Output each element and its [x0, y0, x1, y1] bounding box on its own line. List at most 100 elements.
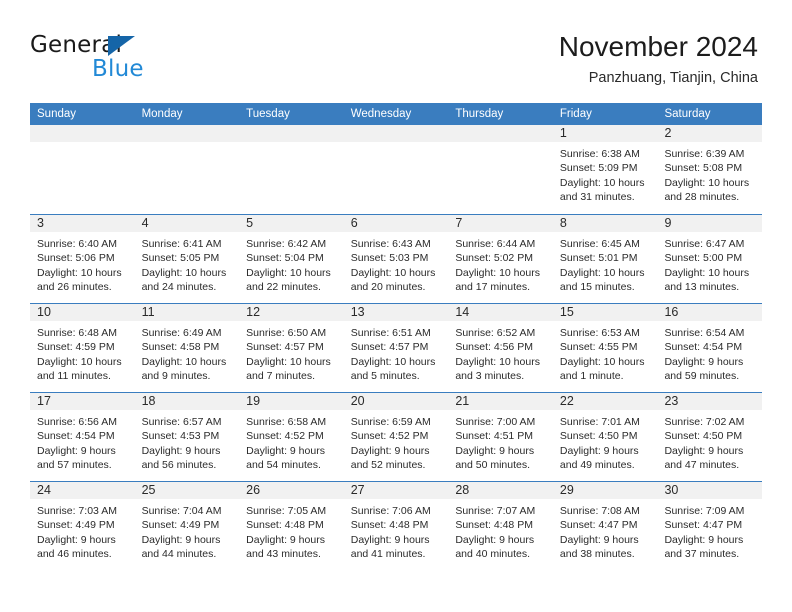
calendar-day-cell[interactable]: 4 Sunrise: 6:41 AM Sunset: 5:05 PM Daylight…	[134, 215, 240, 303]
day-detail-line: Sunrise: 6:42 AM	[246, 238, 327, 250]
day-detail-line: Daylight: 10 hours	[37, 266, 122, 279]
day-detail-line: and 40 minutes.	[455, 547, 531, 560]
calendar-day-cell[interactable]: 14 Sunrise: 6:52 AM Sunset: 4:56 PM Dayligh…	[448, 304, 553, 392]
calendar-day-cell[interactable]: 12 Sunrise: 6:50 AM Sunset: 4:57 PM Dayligh…	[239, 304, 344, 392]
day-number-band: 17	[30, 393, 135, 410]
day-detail-line: Sunrise: 6:53 AM	[559, 327, 640, 339]
logo-triangle-icon	[108, 36, 135, 56]
weekday-header-tuesday: Tuesday	[246, 108, 290, 120]
day-number-band: 7	[448, 215, 553, 232]
day-number-band: 12	[239, 304, 344, 321]
weekday-header-monday: Monday	[141, 108, 183, 120]
day-detail-line: Daylight: 9 hours	[455, 444, 535, 457]
day-number: 16	[664, 305, 679, 319]
calendar-day-cell[interactable]: 5 Sunrise: 6:42 AM Sunset: 5:04 PM Daylight…	[239, 215, 344, 303]
day-detail-line: Sunset: 4:56 PM	[455, 341, 533, 354]
calendar-day-cell[interactable]: 6 Sunrise: 6:43 AM Sunset: 5:03 PM Daylight…	[343, 215, 449, 303]
day-number-band: 6	[343, 215, 449, 232]
day-details: Sunrise: 6:43 AM Sunset: 5:03 PM Daylight:…	[344, 232, 449, 294]
calendar-day-cell-empty	[134, 125, 240, 214]
calendar-day-cell[interactable]: 27 Sunrise: 7:06 AM Sunset: 4:48 PM Dayligh…	[343, 482, 449, 567]
day-number: 21	[455, 394, 470, 408]
calendar-day-cell[interactable]: 10 Sunrise: 6:48 AM Sunset: 4:59 PM Dayligh…	[30, 304, 135, 392]
calendar-day-cell[interactable]: 28 Sunrise: 7:07 AM Sunset: 4:48 PM Dayligh…	[448, 482, 553, 567]
calendar-day-cell[interactable]: 9 Sunrise: 6:47 AM Sunset: 5:00 PM Daylight…	[657, 215, 763, 303]
day-detail-line: Sunrise: 7:04 AM	[141, 505, 222, 517]
title-block: November 2024 Panzhuang, Tianjin, China	[559, 30, 758, 87]
calendar-day-cell[interactable]: 7 Sunrise: 6:44 AM Sunset: 5:02 PM Daylight…	[448, 215, 553, 303]
day-detail-line: Sunset: 5:04 PM	[246, 252, 324, 265]
day-detail-line: and 56 minutes.	[141, 458, 217, 471]
day-detail-line: Sunrise: 7:02 AM	[664, 416, 745, 428]
calendar-day-cell[interactable]: 19 Sunrise: 6:58 AM Sunset: 4:52 PM Dayligh…	[239, 393, 344, 481]
day-number: 6	[350, 216, 358, 230]
day-detail-line: Daylight: 9 hours	[559, 533, 639, 546]
day-detail-line: Sunrise: 6:52 AM	[455, 327, 536, 339]
calendar-day-cell[interactable]: 30 Sunrise: 7:09 AM Sunset: 4:47 PM Dayligh…	[657, 482, 763, 567]
day-detail-line: Daylight: 9 hours	[141, 533, 221, 546]
day-details: Sunrise: 7:02 AM Sunset: 4:50 PM Daylight:…	[657, 410, 762, 472]
day-detail-line: Sunrise: 7:00 AM	[455, 416, 536, 428]
calendar-day-cell[interactable]: 22 Sunrise: 7:01 AM Sunset: 4:50 PM Dayligh…	[552, 393, 658, 481]
day-number: 10	[37, 305, 51, 319]
calendar-day-cell[interactable]: 20 Sunrise: 6:59 AM Sunset: 4:52 PM Dayligh…	[343, 393, 449, 481]
calendar-day-cell[interactable]: 16 Sunrise: 6:54 AM Sunset: 4:54 PM Dayligh…	[657, 304, 763, 392]
calendar-day-cell[interactable]: 23 Sunrise: 7:02 AM Sunset: 4:50 PM Dayligh…	[657, 393, 763, 481]
calendar-day-cell[interactable]: 21 Sunrise: 7:00 AM Sunset: 4:51 PM Dayligh…	[448, 393, 553, 481]
day-detail-line: Sunrise: 6:38 AM	[559, 148, 640, 160]
day-detail-line: Daylight: 10 hours	[141, 266, 227, 279]
day-detail-line: Sunset: 5:01 PM	[559, 252, 638, 265]
day-detail-line: Sunset: 4:52 PM	[350, 430, 429, 443]
calendar-day-cell-empty	[239, 125, 344, 214]
day-detail-line: Daylight: 10 hours	[350, 266, 436, 279]
calendar-day-cell[interactable]: 13 Sunrise: 6:51 AM Sunset: 4:57 PM Dayligh…	[343, 304, 449, 392]
day-detail-line: and 11 minutes.	[37, 369, 111, 382]
day-detail-line: Sunrise: 6:47 AM	[664, 238, 745, 250]
day-number-band: 29	[552, 482, 658, 499]
day-detail-line: Sunset: 4:59 PM	[37, 341, 115, 354]
day-detail-line: Daylight: 10 hours	[559, 266, 645, 279]
calendar-day-cell[interactable]: 8 Sunrise: 6:45 AM Sunset: 5:01 PM Daylight…	[552, 215, 658, 303]
day-number: 27	[350, 483, 365, 497]
day-detail-line: Sunrise: 7:06 AM	[350, 505, 431, 517]
day-details: Sunrise: 6:42 AM Sunset: 5:04 PM Daylight:…	[239, 232, 344, 294]
calendar-week-row: 1 Sunrise: 6:38 AM Sunset: 5:09 PM Daylight…	[30, 125, 763, 214]
day-number: 25	[141, 483, 156, 497]
day-detail-line: Daylight: 9 hours	[455, 533, 535, 546]
calendar-day-cell[interactable]: 26 Sunrise: 7:05 AM Sunset: 4:48 PM Dayligh…	[239, 482, 344, 567]
page-title: November 2024	[558, 31, 758, 62]
calendar-day-cell[interactable]: 1 Sunrise: 6:38 AM Sunset: 5:09 PM Daylight…	[552, 125, 658, 214]
day-details: Sunrise: 6:41 AM Sunset: 5:05 PM Daylight:…	[135, 232, 240, 294]
day-number: 23	[664, 394, 679, 408]
day-number-band: 5	[239, 215, 344, 232]
calendar-day-cell[interactable]: 2 Sunrise: 6:39 AM Sunset: 5:08 PM Daylight…	[657, 125, 763, 214]
day-details	[30, 142, 135, 147]
calendar-day-cell[interactable]: 15 Sunrise: 6:53 AM Sunset: 4:55 PM Dayligh…	[552, 304, 658, 392]
day-number-band: 18	[134, 393, 240, 410]
calendar-day-cell-empty	[30, 125, 135, 214]
day-detail-line: and 13 minutes.	[664, 280, 740, 293]
day-detail-line: Sunset: 4:58 PM	[141, 341, 220, 354]
calendar-day-cell[interactable]: 25 Sunrise: 7:04 AM Sunset: 4:49 PM Dayligh…	[134, 482, 240, 567]
calendar-day-cell[interactable]: 24 Sunrise: 7:03 AM Sunset: 4:49 PM Dayligh…	[30, 482, 135, 567]
calendar-day-cell[interactable]: 18 Sunrise: 6:57 AM Sunset: 4:53 PM Dayligh…	[134, 393, 240, 481]
calendar-day-cell[interactable]: 29 Sunrise: 7:08 AM Sunset: 4:47 PM Dayligh…	[552, 482, 658, 567]
calendar-day-cell[interactable]: 3 Sunrise: 6:40 AM Sunset: 5:06 PM Daylight…	[30, 215, 135, 303]
calendar-day-cell[interactable]: 11 Sunrise: 6:49 AM Sunset: 4:58 PM Dayligh…	[134, 304, 240, 392]
day-detail-line: Sunrise: 6:41 AM	[141, 238, 222, 250]
day-number-band	[30, 125, 135, 142]
day-detail-line: Daylight: 10 hours	[141, 355, 227, 368]
calendar-day-cell[interactable]: 17 Sunrise: 6:56 AM Sunset: 4:54 PM Dayligh…	[30, 393, 135, 481]
day-detail-line: Sunset: 4:54 PM	[664, 341, 743, 354]
day-number-band: 30	[657, 482, 763, 499]
day-number-band: 23	[657, 393, 763, 410]
day-detail-line: and 41 minutes.	[350, 547, 426, 560]
day-detail-line: Daylight: 9 hours	[246, 444, 325, 457]
day-detail-line: Sunset: 5:06 PM	[37, 252, 115, 265]
general-blue-logo[interactable]: General Blue	[30, 32, 250, 88]
day-number: 5	[246, 216, 254, 230]
weekday-header-wednesday: Wednesday	[350, 108, 412, 120]
day-details: Sunrise: 6:53 AM Sunset: 4:55 PM Daylight:…	[553, 321, 658, 383]
day-detail-line: Sunrise: 7:08 AM	[559, 505, 640, 517]
day-detail-line: Daylight: 10 hours	[455, 355, 540, 368]
